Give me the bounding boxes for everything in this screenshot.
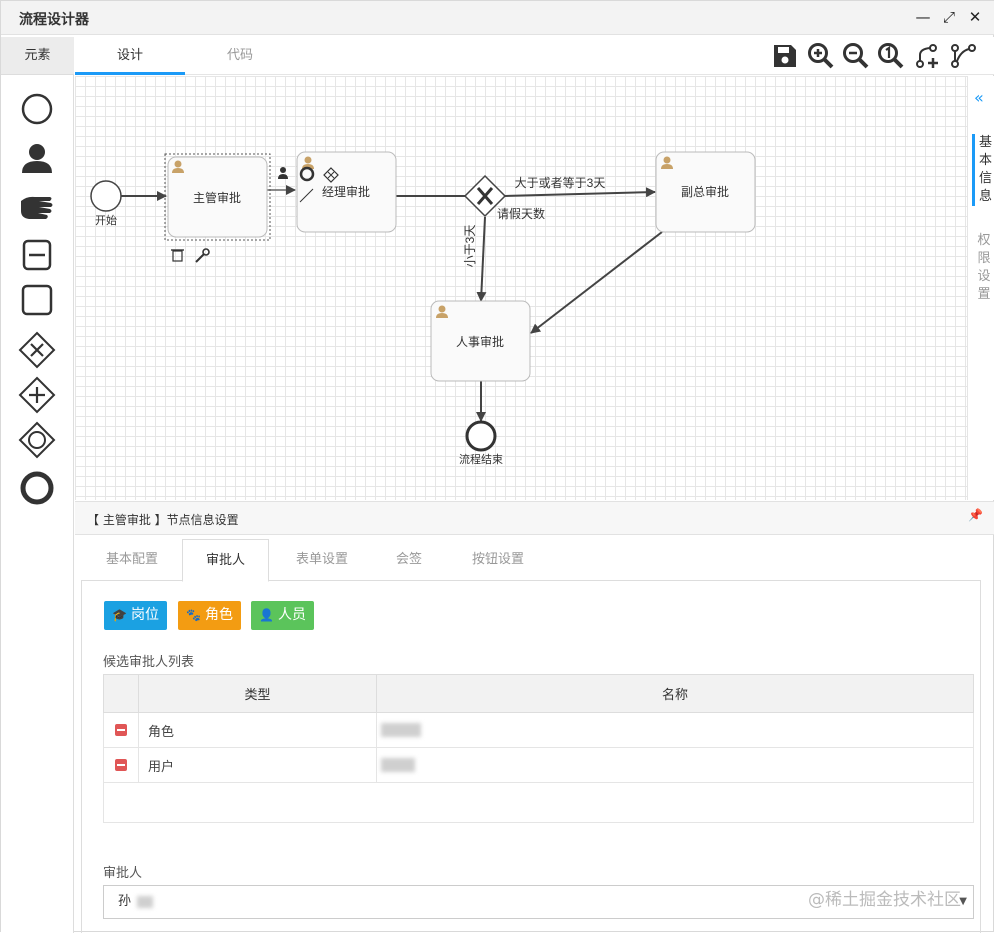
add-flow-icon[interactable] (913, 41, 943, 71)
pin-icon[interactable]: 📌 (968, 508, 983, 522)
add-role-button[interactable]: 🐾 角色 (178, 601, 241, 630)
wrench-icon[interactable] (195, 248, 210, 263)
sub-process-icon[interactable] (17, 235, 57, 275)
exclusive-gateway-icon[interactable] (17, 330, 57, 370)
redacted-name (381, 758, 415, 772)
collapse-icon[interactable]: « (974, 88, 984, 107)
row-type: 角色 (138, 712, 377, 748)
delete-icon[interactable] (115, 724, 127, 736)
user-icon: 👤 (259, 608, 274, 622)
diagram-canvas[interactable]: 开始 主管审批 经理审批 请假天数 大于或者等于3天 小于3天 副总审批 人事审… (75, 76, 967, 500)
append-user-task-icon[interactable] (278, 167, 288, 179)
start-event[interactable]: 开始 (90, 180, 122, 227)
start-event-icon[interactable] (17, 89, 57, 129)
tab-basic-config[interactable]: 基本配置 (81, 539, 183, 581)
task-supervisor-approval[interactable]: 主管审批 (167, 156, 268, 238)
row-name (376, 712, 974, 748)
tab-code[interactable]: 代码 (185, 37, 295, 75)
task-hr-approval[interactable]: 人事审批 (430, 300, 531, 382)
task-manager-approval[interactable]: 经理审批 (296, 151, 397, 233)
flow-label-lt3: 小于3天 (463, 225, 477, 268)
table-row: 用户 (103, 747, 974, 783)
node-settings-tabs: 基本配置 审批人 表单设置 会签 按钮设置 (81, 539, 981, 582)
parallel-gateway-icon[interactable] (17, 375, 57, 415)
sequence-flow[interactable] (530, 231, 663, 334)
main-tabs: 设计 代码 (75, 37, 994, 75)
actual-size-icon[interactable] (876, 41, 906, 71)
task-label: 副总审批 (681, 184, 729, 199)
row-name (376, 747, 974, 783)
row-type: 用户 (138, 747, 377, 783)
approver-label: 审批人 (103, 866, 143, 881)
inclusive-gateway-icon[interactable] (17, 420, 57, 460)
end-label: 流程结束 (459, 452, 503, 466)
sequence-flow[interactable] (504, 187, 656, 198)
save-icon[interactable] (770, 41, 800, 71)
task-label: 经理审批 (322, 184, 370, 199)
sequence-flow[interactable] (476, 216, 487, 302)
element-palette (1, 75, 74, 933)
add-post-button[interactable]: 🎓 岗位 (104, 601, 167, 630)
paw-icon: 🐾 (186, 608, 201, 622)
table-row: 角色 (103, 712, 974, 748)
delete-row-cell (103, 712, 139, 748)
tab-basic-info[interactable]: 基本信息 (972, 134, 994, 206)
zoom-in-icon[interactable] (806, 41, 836, 71)
watermark: @稀土掘金技术社区 (808, 890, 961, 910)
tab-countersign[interactable]: 会签 (373, 539, 445, 581)
delete-icon[interactable] (171, 249, 184, 262)
tab-form-settings[interactable]: 表单设置 (277, 539, 367, 581)
branch-icon[interactable] (949, 41, 979, 71)
task-vp-approval[interactable]: 副总审批 (655, 151, 756, 233)
tab-button-settings[interactable]: 按钮设置 (453, 539, 543, 581)
zoom-out-icon[interactable] (841, 41, 871, 71)
properties-sidebar: « 基本信息 权限设置 (967, 76, 994, 500)
title-bar: 流程设计器 — ⤢ ✕ (1, 1, 994, 35)
redacted-name (381, 723, 421, 737)
delete-row-cell (103, 747, 139, 783)
end-event[interactable]: 流程结束 (459, 420, 503, 466)
candidate-table: 类型 名称 角色 用户 (103, 674, 974, 823)
elements-tab[interactable]: 元素 (1, 37, 74, 75)
process-designer-window: 流程设计器 — ⤢ ✕ 元素 设计 代码 开始 主管审批 经理审批 请假天数 大… (0, 0, 994, 933)
close-button[interactable]: ✕ (965, 7, 985, 27)
candidate-list-label: 候选审批人列表 (103, 655, 195, 670)
window-title: 流程设计器 (19, 12, 89, 28)
table-header-type: 类型 (138, 674, 377, 713)
maximize-button[interactable]: ⤢ (939, 7, 959, 27)
task-label: 主管审批 (193, 190, 241, 205)
tab-design[interactable]: 设计 (75, 37, 185, 75)
table-header-name: 名称 (376, 674, 974, 713)
approver-content: 🎓 岗位 🐾 角色 👤 人员 候选审批人列表 类型 名称 角色 用户 审批人 孙… (81, 581, 981, 933)
table-header-action (103, 674, 139, 713)
tab-permissions[interactable]: 权限设置 (972, 232, 994, 304)
panel-title: 【 主管审批 】节点信息设置 (87, 513, 239, 527)
task-label: 人事审批 (456, 334, 504, 349)
end-event-icon[interactable] (17, 468, 57, 508)
tab-approver[interactable]: 审批人 (182, 539, 269, 582)
flow-label-ge3: 大于或者等于3天 (515, 176, 606, 190)
task-icon[interactable] (17, 280, 57, 320)
redacted-name (137, 895, 154, 908)
manual-task-icon[interactable] (17, 185, 57, 225)
delete-icon[interactable] (115, 759, 127, 771)
bpmn-diagram: 开始 主管审批 经理审批 请假天数 大于或者等于3天 小于3天 副总审批 人事审… (90, 151, 756, 466)
graduation-cap-icon: 🎓 (112, 608, 127, 622)
gateway-label: 请假天数 (497, 206, 545, 221)
add-person-button[interactable]: 👤 人员 (251, 601, 314, 630)
user-task-icon[interactable] (17, 139, 57, 179)
node-settings-header: 【 主管审批 】节点信息设置 📌 (75, 501, 994, 535)
table-row-empty (103, 782, 974, 823)
approver-value: 孙 (118, 894, 132, 909)
start-label: 开始 (95, 213, 117, 227)
minimize-button[interactable]: — (913, 7, 933, 27)
